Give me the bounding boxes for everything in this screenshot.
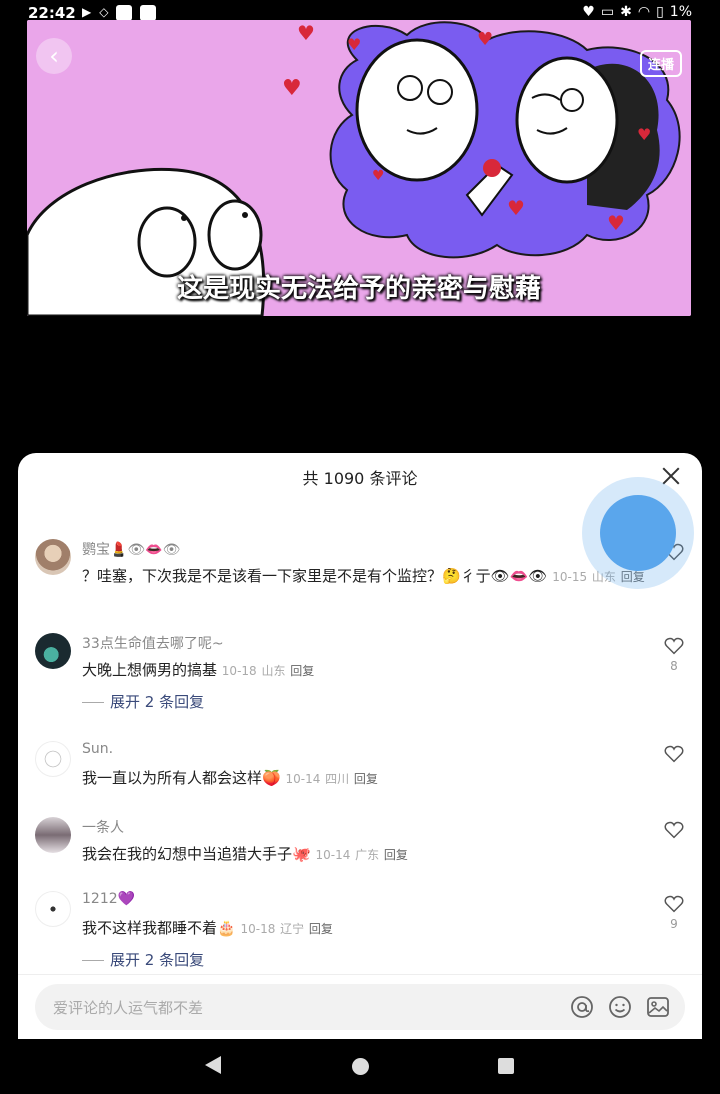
svg-text:♥: ♥ (637, 125, 651, 144)
comment-text: 我一直以为所有人都会这样🍑 10-14 四川 回复 (82, 767, 662, 790)
comments-count-title: 共 1090 条评论 (302, 469, 418, 488)
autoplay-toggle[interactable]: 连播 (640, 50, 683, 77)
comment-date: 10-14 (285, 772, 321, 786)
video-subtitle: 这是现实无法给予的亲密与慰藉 (176, 274, 541, 304)
svg-text:♥: ♥ (372, 168, 385, 184)
comment-body: 我不这样我都睡不着🎂 (82, 919, 236, 937)
cast-icon: ▭ (600, 4, 615, 20)
comment-body: ？哇塞，下次我是不是该看一下家里是不是有个监控？🤔彳亍👁👄👁 (82, 567, 548, 585)
comment-location: 山东 (261, 664, 286, 678)
emoji-icon[interactable] (608, 995, 632, 1019)
battery-percent: 1% (669, 4, 692, 20)
notification-icons: ▶ ◇ (82, 5, 157, 21)
floating-assistive-ball[interactable] (582, 477, 694, 589)
like-button[interactable]: 8 (663, 637, 685, 673)
app-notification-icon-2 (140, 5, 157, 21)
comment-location: 辽宁 (280, 922, 305, 936)
comment-location: 四川 (325, 772, 350, 786)
svg-text:♥: ♥ (297, 21, 315, 45)
comment-username[interactable]: 1212💜 (82, 891, 135, 907)
avatar[interactable] (35, 891, 71, 927)
system-icons: ♥ ▭ ✱ ◠ ▯ 1% (582, 4, 692, 20)
like-button[interactable] (663, 821, 685, 843)
nav-recents-icon[interactable] (498, 1058, 514, 1074)
comment-date: 10-14 (315, 848, 351, 862)
shield-icon: ◇ (99, 5, 109, 19)
comment-input-placeholder: 爱评论的人运气都不差 (53, 999, 204, 1017)
comment-text: 大晚上想俩男的搞基 10-18 山东 回复 (82, 659, 662, 682)
comment-text: 我会在我的幻想中当追猎大手子🐙 10-14 广东 回复 (82, 843, 662, 866)
comment-username[interactable]: 一条人 (82, 817, 124, 837)
screen: 22:42 ▶ ◇ ♥ ▭ ✱ ◠ ▯ 1% ♥ ♥ ♥ ♥ ♥ ♥ ♥ ♥ ‹… (0, 0, 720, 1094)
expand-replies-button[interactable]: 展开 2 条回复 (82, 949, 204, 970)
comment-username[interactable]: Sun. (82, 741, 113, 757)
app-notification-icon (116, 5, 133, 21)
like-button[interactable]: 9 (663, 895, 685, 931)
comment-date: 10-18 (240, 922, 276, 936)
nav-home-icon[interactable] (352, 1058, 369, 1075)
play-notification-icon: ▶ (82, 5, 92, 19)
comment-location: 广东 (355, 848, 380, 862)
heart-icon (664, 895, 684, 913)
reply-button[interactable]: 回复 (290, 664, 314, 678)
back-icon: ‹ (49, 42, 59, 70)
comment-date: 10-18 (221, 664, 257, 678)
image-icon[interactable] (646, 995, 670, 1019)
navigation-bar (0, 1040, 720, 1094)
like-count: 9 (670, 917, 678, 931)
comment-body: 我一直以为所有人都会这样🍑 (82, 769, 281, 787)
wifi-icon: ◠ (637, 4, 651, 20)
svg-text:♥: ♥ (607, 211, 625, 235)
battery-icon: ▯ (656, 4, 664, 20)
like-count: 8 (670, 659, 678, 673)
heart-icon (664, 821, 684, 839)
reply-button[interactable]: 回复 (354, 772, 378, 786)
svg-text:♥: ♥ (477, 29, 493, 50)
expand-replies-button[interactable]: 展开 2 条回复 (82, 691, 204, 712)
svg-text:♥: ♥ (347, 35, 361, 54)
nav-back-icon[interactable] (205, 1056, 221, 1074)
at-icon[interactable] (570, 995, 594, 1019)
comment-input[interactable]: 爱评论的人运气都不差 (35, 984, 685, 1030)
like-button[interactable] (663, 745, 685, 767)
avatar[interactable] (35, 633, 71, 669)
comment-body: 我会在我的幻想中当追猎大手子🐙 (82, 845, 311, 863)
comment-date: 10-15 (552, 570, 588, 584)
bluetooth-icon: ✱ (620, 4, 632, 20)
avatar[interactable] (35, 539, 71, 575)
heart-icon (664, 637, 684, 655)
reply-button[interactable]: 回复 (309, 922, 333, 936)
comment-username[interactable]: 33点生命值去哪了呢~ (82, 633, 224, 653)
comment-username[interactable]: 鹦宝💄👁👄👁 (82, 539, 180, 559)
comment-body: 大晚上想俩男的搞基 (82, 661, 218, 679)
back-button[interactable]: ‹ (36, 38, 72, 74)
avatar[interactable] (35, 741, 71, 777)
reply-button[interactable]: 回复 (384, 848, 408, 862)
svg-text:♥: ♥ (282, 76, 302, 101)
comment-text: 我不这样我都睡不着🎂 10-18 辽宁 回复 (82, 917, 662, 940)
divider (18, 974, 702, 975)
avatar[interactable] (35, 817, 71, 853)
heart-status-icon: ♥ (582, 4, 595, 20)
svg-text:♥: ♥ (507, 196, 525, 220)
heart-icon (664, 745, 684, 763)
floating-ball-core (600, 495, 676, 571)
comment-text: ？哇塞，下次我是不是该看一下家里是不是有个监控？🤔彳亍👁👄👁 10-15 山东 … (82, 565, 662, 588)
